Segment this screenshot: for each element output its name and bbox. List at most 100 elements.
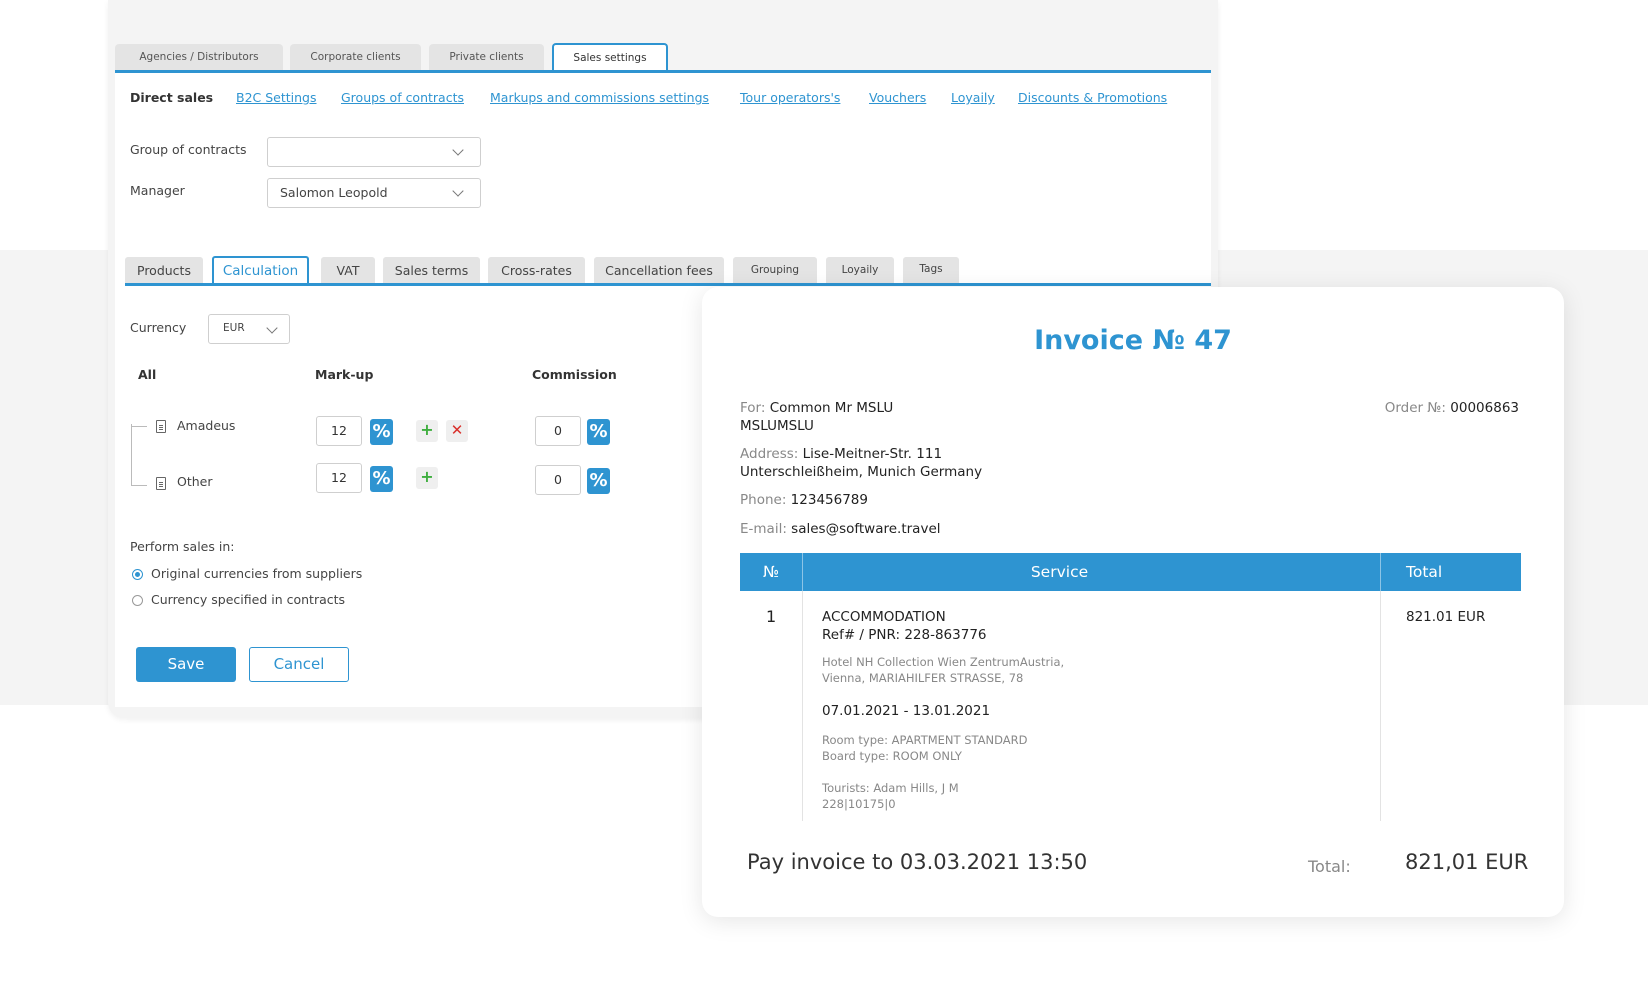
table-column-divider [802, 591, 803, 821]
subnav-link-loyalty[interactable]: Loyaily [951, 90, 995, 105]
manager-select[interactable]: Salomon Leopold [267, 178, 481, 208]
row-tourists: Tourists: Adam Hills, J M [822, 781, 959, 795]
invoice-for-name: Common Mr MSLU [769, 400, 894, 416]
delete-rule-button[interactable]: ✕ [446, 420, 468, 442]
group-of-contracts-select[interactable] [267, 137, 481, 167]
save-button[interactable]: Save [136, 647, 236, 682]
invoice-address-line1: Lise-Meitner-Str. 111 [802, 446, 943, 462]
subnav-current: Direct sales [130, 90, 214, 105]
currency-select[interactable]: EUR [208, 314, 290, 344]
invoice-for-name2: MSLUMSLU [740, 418, 814, 434]
markup-percent-button[interactable]: % [370, 419, 393, 445]
radio-contract-currency-label: Currency specified in contracts [151, 592, 346, 607]
markup-input-other[interactable]: 12 [316, 463, 362, 493]
invoice-email: E-mail: sales@software.travel [740, 521, 941, 537]
tab-loyalty[interactable]: Loyaily [826, 257, 894, 284]
invoice-address: Address: Lise-Meitner-Str. 111 [740, 446, 942, 462]
cancel-button[interactable]: Cancel [249, 647, 349, 682]
invoice-email-label: E-mail: [740, 521, 787, 537]
invoice-for-label: For: [740, 400, 766, 416]
row-hotel-line1: Hotel NH Collection Wien ZentrumAustria, [822, 655, 1065, 669]
header-total: Total [1406, 563, 1443, 581]
tab-products[interactable]: Products [125, 257, 203, 284]
invoice-for: For: Common Mr MSLU [740, 400, 893, 416]
commission-percent-button[interactable]: % [587, 468, 610, 494]
commission-input-amadeus[interactable]: 0 [535, 416, 581, 446]
document-icon [156, 420, 166, 433]
invoice-address-line2: Unterschleißheim, Munich Germany [740, 464, 983, 480]
document-icon [156, 477, 166, 490]
invoice-title: Invoice № 47 [1034, 325, 1232, 356]
tab-agencies[interactable]: Agencies / Distributors [115, 44, 283, 71]
tab-sales-terms[interactable]: Sales terms [383, 257, 480, 284]
tab-tags[interactable]: Tags [903, 257, 959, 284]
table-column-divider [1380, 591, 1381, 821]
row-label-amadeus: Amadeus [177, 418, 236, 433]
tab-sales-settings[interactable]: Sales settings [552, 43, 668, 73]
pay-invoice-deadline: Pay invoice to 03.03.2021 13:50 [747, 850, 1088, 874]
add-rule-button[interactable]: + [416, 420, 438, 442]
tab-grouping[interactable]: Grouping [733, 257, 817, 284]
radio-contract-currency[interactable] [132, 595, 143, 606]
header-service: Service [1030, 563, 1089, 581]
header-number: № [762, 563, 780, 581]
chevron-down-icon [266, 322, 278, 334]
row-code: 228|10175|0 [822, 797, 896, 811]
total-label: Total: [1308, 857, 1351, 876]
markup-input-amadeus[interactable]: 12 [316, 416, 362, 446]
subnav-link-b2c-settings[interactable]: B2C Settings [236, 90, 317, 105]
currency-value: EUR [223, 322, 245, 334]
tab-vat[interactable]: VAT [321, 257, 375, 284]
tree-line [131, 485, 147, 486]
invoice-table-header: № Service Total [740, 553, 1521, 591]
markup-percent-button[interactable]: % [370, 466, 393, 492]
subnav-link-markups[interactable]: Markups and commissions settings [490, 90, 709, 105]
invoice-order-label: Order №: [1384, 400, 1446, 416]
subnav-link-discounts[interactable]: Discounts & Promotions [1018, 90, 1167, 105]
column-all: All [138, 367, 157, 382]
tree-line [131, 424, 132, 486]
row-service: ACCOMMODATION [822, 609, 946, 625]
row-board-type: Board type: ROOM ONLY [822, 749, 962, 763]
tree-line [131, 426, 147, 427]
commission-input-other[interactable]: 0 [535, 465, 581, 495]
row-hotel-line2: Vienna, MARIAHILFER STRASSE, 78 [822, 671, 1024, 685]
chevron-down-icon [452, 185, 464, 197]
invoice-order-value: 00006863 [1450, 400, 1519, 416]
tab-private-clients[interactable]: Private clients [429, 44, 544, 71]
invoice-order: Order №: 00006863 [1385, 400, 1519, 416]
top-tabs-underline [115, 70, 1211, 73]
column-markup: Mark-up [315, 367, 374, 382]
subnav-link-tour-operators[interactable]: Tour operators's [740, 90, 840, 105]
calculation-tabs-underline [125, 283, 1211, 286]
column-commission: Commission [532, 367, 617, 382]
tab-cross-rates[interactable]: Cross-rates [488, 257, 585, 284]
row-ref: Ref# / PNR: 228-863776 [822, 627, 987, 643]
chevron-down-icon [452, 144, 464, 156]
row-label-other: Other [177, 474, 213, 489]
manager-label: Manager [130, 183, 185, 198]
tab-cancellation-fees[interactable]: Cancellation fees [594, 257, 724, 284]
tab-calculation[interactable]: Calculation [212, 256, 309, 285]
add-rule-button[interactable]: + [416, 467, 438, 489]
row-number: 1 [766, 607, 777, 626]
invoice-phone-label: Phone: [740, 492, 787, 508]
row-room-type: Room type: APARTMENT STANDARD [822, 733, 1028, 747]
radio-original-currencies[interactable] [132, 569, 143, 580]
invoice-address-label: Address: [740, 446, 799, 462]
manager-value: Salomon Leopold [280, 185, 388, 200]
commission-percent-button[interactable]: % [587, 419, 610, 445]
perform-sales-label: Perform sales in: [130, 539, 235, 554]
invoice-email-value: sales@software.travel [791, 521, 941, 537]
invoice-card: Invoice № 47 For: Common Mr MSLU MSLUMSL… [702, 287, 1564, 917]
invoice-phone-value: 123456789 [790, 492, 868, 508]
subnav-link-groups-of-contracts[interactable]: Groups of contracts [341, 90, 464, 105]
tab-corporate-clients[interactable]: Corporate clients [290, 44, 421, 71]
row-total: 821.01 EUR [1406, 609, 1486, 625]
invoice-phone: Phone: 123456789 [740, 492, 868, 508]
row-dates: 07.01.2021 - 13.01.2021 [822, 703, 991, 719]
subnav-link-vouchers[interactable]: Vouchers [869, 90, 926, 105]
currency-label: Currency [130, 320, 187, 335]
radio-original-currencies-label: Original currencies from suppliers [151, 566, 363, 581]
total-value: 821,01 EUR [1405, 850, 1529, 874]
